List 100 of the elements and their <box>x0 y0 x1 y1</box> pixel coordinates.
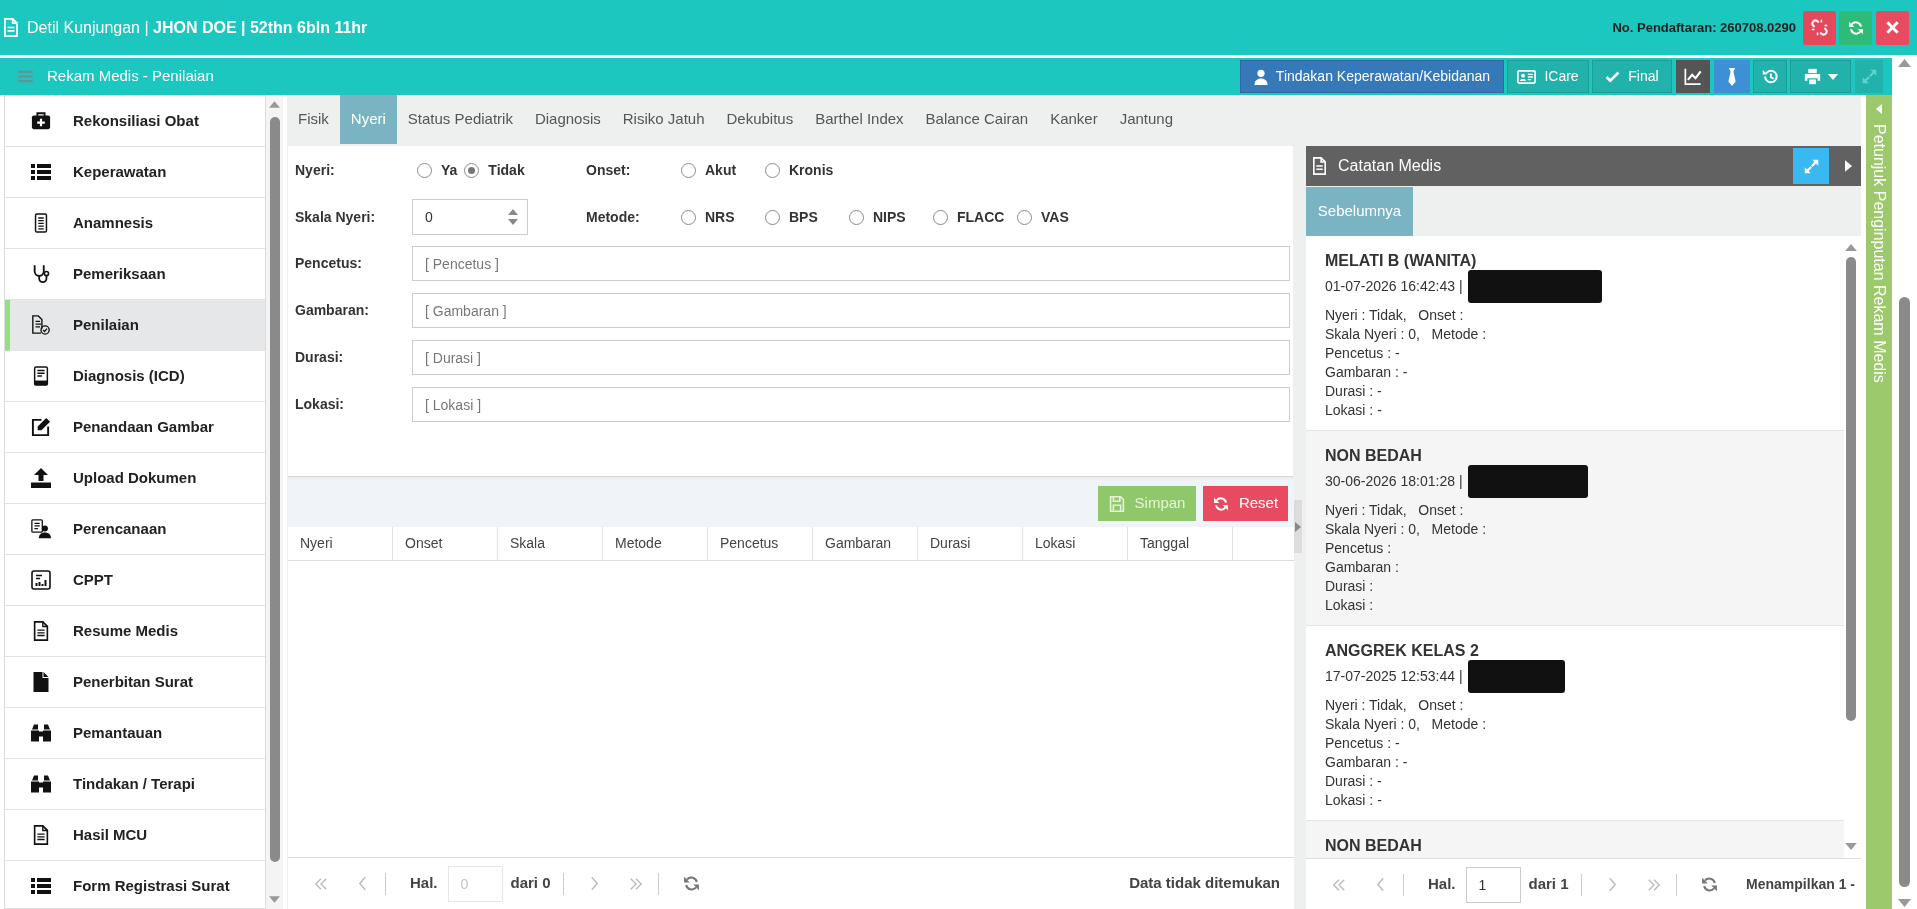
radio-label[interactable]: VAS <box>1041 206 1069 228</box>
radio-button[interactable] <box>681 209 696 225</box>
record-detail: Gambaran : - <box>1325 753 1409 772</box>
scroll-down-icon <box>1845 843 1857 850</box>
close-button[interactable] <box>1876 10 1909 45</box>
record-detail: Lokasi : - <box>1325 791 1383 810</box>
record-title: ANGGREK KELAS 2 <box>1325 641 1480 661</box>
radio-label[interactable]: NRS <box>705 206 735 228</box>
visit-title: Detil Kunjungan | JHON DOE | 52thn 6bln 11hr <box>27 17 368 38</box>
field-label: Pencetus: <box>295 254 363 273</box>
scrollbar-thumb[interactable] <box>269 117 280 862</box>
tab[interactable]: Kanker <box>1039 95 1109 144</box>
splitter-handle[interactable] <box>1294 500 1302 553</box>
radio-label[interactable]: Kronis <box>789 159 834 181</box>
column-header: Tanggal <box>1128 527 1233 560</box>
sidebar-item[interactable]: Penilaian <box>5 300 265 351</box>
number-field[interactable]: 0 <box>412 199 528 235</box>
edit-icon <box>31 417 51 437</box>
record-timestamp: 17-07-2025 12:53:44 | <box>1325 666 1463 686</box>
user-list-icon <box>31 519 51 539</box>
radio-button[interactable] <box>765 209 780 225</box>
record-detail: Lokasi : - <box>1325 401 1383 420</box>
stethoscope-icon <box>31 264 51 284</box>
tab[interactable]: Jantung <box>1108 95 1185 144</box>
record-title: NON BEDAH <box>1325 836 1423 856</box>
page-label: Hal. <box>1428 874 1456 895</box>
radio-button[interactable] <box>765 162 780 178</box>
tab[interactable]: Barthel Index <box>804 95 915 144</box>
file-icon <box>31 672 51 692</box>
page-field[interactable]: 1 <box>1465 866 1521 903</box>
previous-page-icon <box>358 876 367 891</box>
document-check-icon <box>31 315 51 335</box>
radio-button[interactable] <box>464 162 480 178</box>
list-icon <box>31 162 51 182</box>
history-icon <box>1761 68 1779 85</box>
record-detail: Pencetus : - <box>1325 734 1401 753</box>
document-icon <box>31 621 51 641</box>
expand-icon <box>1803 158 1819 174</box>
radio-label[interactable]: Akut <box>705 159 737 181</box>
radio-label[interactable]: FLACC <box>957 206 1005 228</box>
column-header: Skala <box>498 527 603 560</box>
scrollbar[interactable] <box>266 95 283 909</box>
radio-label[interactable]: NIPS <box>873 206 906 228</box>
reset-button[interactable]: Reset <box>1203 486 1288 521</box>
input-field[interactable]: [ Durasi ] <box>412 340 1290 375</box>
first-page-icon <box>314 876 328 891</box>
column-header: Pencetus <box>708 527 813 560</box>
input-field[interactable]: [ Lokasi ] <box>412 387 1290 422</box>
radio-label[interactable]: Tidak <box>488 159 525 181</box>
radio-button[interactable] <box>933 209 948 225</box>
list-icon <box>31 876 51 896</box>
input-field[interactable]: [ Gambaran ] <box>412 293 1290 328</box>
field-label: Nyeri: <box>295 160 336 180</box>
chart-button[interactable] <box>1676 60 1710 93</box>
page-label: Hal. <box>410 873 438 894</box>
field-label: Gambaran: <box>295 301 370 320</box>
radio-label[interactable]: BPS <box>789 206 818 228</box>
printer-icon <box>1803 68 1821 85</box>
unlink-button[interactable] <box>1803 10 1836 45</box>
field-label: Metode: <box>586 207 641 227</box>
scrollbar-thumb[interactable] <box>1846 257 1856 721</box>
radio-button[interactable] <box>417 162 432 178</box>
field-label: Onset: <box>586 160 632 180</box>
record-detail: Nyeri : Tidak, Onset : <box>1325 306 1465 325</box>
tie-button[interactable] <box>1714 60 1750 93</box>
column-header: Gambaran <box>813 527 918 560</box>
refresh-button[interactable] <box>1839 10 1872 45</box>
registration-number: No. Pendaftaran: 260708.0290 <box>1612 18 1796 37</box>
expand-button[interactable] <box>1793 148 1829 184</box>
radio-button[interactable] <box>681 162 696 178</box>
tab[interactable]: Status Pediatrik <box>396 95 524 144</box>
radio-button[interactable] <box>1017 209 1032 225</box>
record-detail: Gambaran : <box>1325 558 1400 577</box>
tab[interactable]: Risiko Jatuh <box>611 95 716 144</box>
scrollbar-thumb[interactable] <box>1899 297 1910 887</box>
record-title: NON BEDAH <box>1325 446 1423 466</box>
tab[interactable]: Dekubitus <box>715 95 805 144</box>
column-header: Lokasi <box>1023 527 1128 560</box>
unlink-icon <box>1811 19 1828 36</box>
chart-document-icon <box>31 570 51 590</box>
column-header: Onset <box>393 527 498 560</box>
check-icon <box>1605 70 1621 83</box>
radio-button[interactable] <box>849 209 864 225</box>
input-field[interactable]: [ Pencetus ] <box>412 246 1290 281</box>
last-page-icon <box>1646 877 1661 892</box>
history-button[interactable] <box>1753 60 1787 93</box>
last-page-icon <box>628 876 643 891</box>
next-page-icon <box>1607 877 1617 892</box>
record-detail: Gambaran : - <box>1325 363 1409 382</box>
print-button[interactable] <box>1790 60 1851 93</box>
record-timestamp: 01-07-2026 16:42:43 | <box>1325 276 1463 296</box>
radio-label[interactable]: Ya <box>441 159 458 181</box>
panel-title: Catatan Medis <box>1338 156 1442 176</box>
tab[interactable]: Diagnosis <box>523 95 612 144</box>
tab[interactable]: Fisik <box>287 95 340 144</box>
record-detail: Pencetus : - <box>1325 344 1401 363</box>
field-label: Durasi: <box>295 348 345 367</box>
document-icon <box>1313 157 1326 175</box>
tab[interactable]: Balance Cairan <box>914 95 1040 144</box>
nursing-action-button[interactable]: Tindakan Keperawatan/Kebidanan <box>1240 60 1504 93</box>
